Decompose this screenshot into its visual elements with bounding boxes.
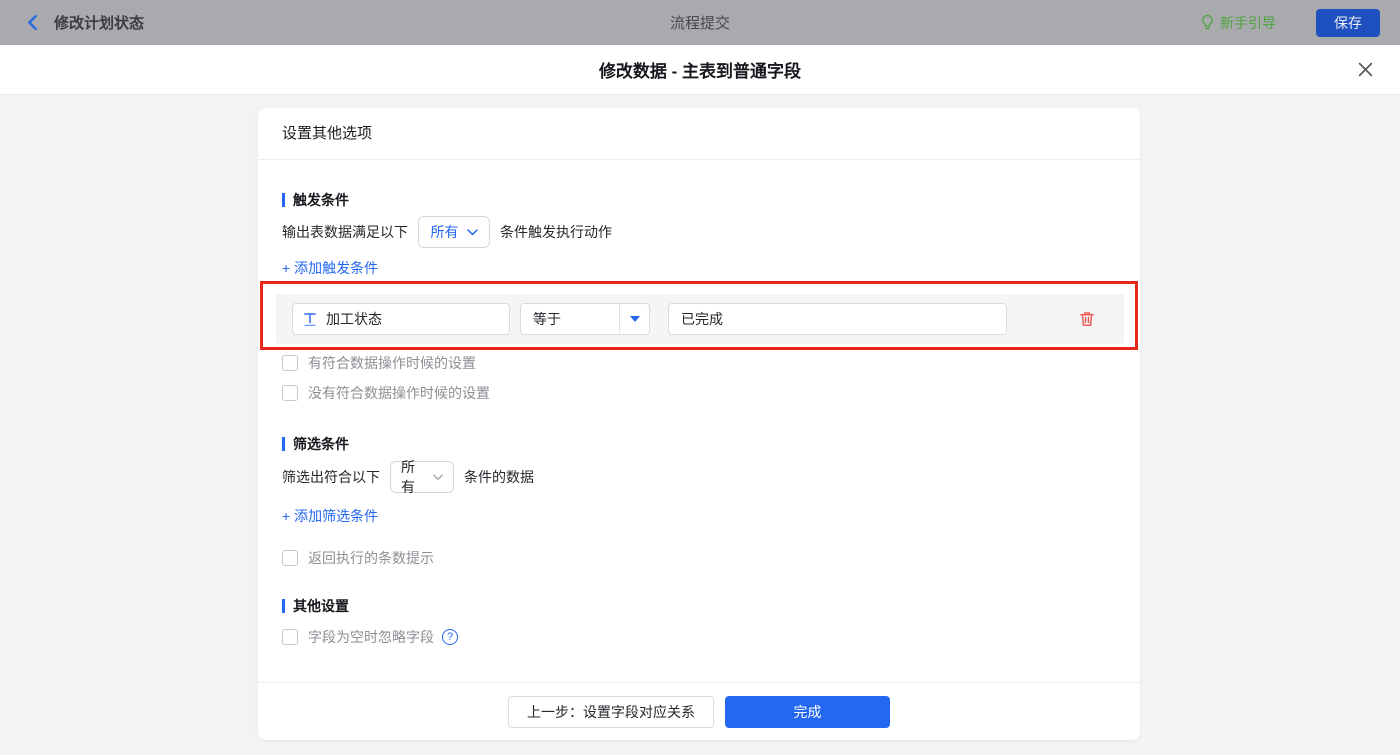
filter-condition-sentence: 筛选出符合以下 所有 条件的数据 [282, 459, 1116, 495]
chevron-down-icon [466, 228, 478, 235]
with-data-checkbox[interactable] [282, 355, 298, 371]
trigger-condition-row: 加工状态 等于 已完成 [276, 294, 1124, 344]
checkbox-row-with-data: 有符合数据操作时候的设置 [282, 355, 1116, 371]
checkbox-row-count-tip: 返回执行的条数提示 [282, 550, 1116, 566]
save-button[interactable]: 保存 [1316, 8, 1380, 37]
trash-icon [1080, 312, 1094, 327]
checkbox-row-without-data: 没有符合数据操作时候的设置 [282, 385, 1116, 401]
card-footer: 上一步：设置字段对应关系 完成 [258, 682, 1140, 740]
filter-section-title: 筛选条件 [282, 436, 1116, 452]
flow-submit-title: 流程提交 [669, 15, 730, 32]
topbar: 流程提交 修改计划状态 新手引导 保存 [0, 0, 1400, 45]
operator-caret-button[interactable] [619, 304, 649, 334]
modal-header: 修改数据 - 主表到普通字段 [0, 45, 1400, 95]
previous-step-button[interactable]: 上一步：设置字段对应关系 [508, 695, 714, 728]
condition-field-input[interactable]: 加工状态 [292, 303, 510, 335]
card-header: 设置其他选项 [258, 108, 1140, 160]
modal-title: 修改数据 - 主表到普通字段 [598, 62, 802, 81]
condition-operator-select[interactable]: 等于 [520, 303, 650, 335]
section-accent-bar [282, 599, 285, 613]
trigger-condition-sentence: 输出表数据满足以下 所有 条件触发执行动作 [282, 216, 1116, 248]
beginner-guide-label: 新手引导 [1220, 14, 1276, 31]
delete-condition-button[interactable] [1078, 310, 1096, 328]
checkbox-row-ignore-empty: 字段为空时忽略字段 ? [282, 629, 1116, 645]
chevron-down-icon [433, 474, 443, 480]
add-trigger-condition-link[interactable]: + 添加触发条件 [282, 260, 378, 276]
filter-sentence-suffix: 条件的数据 [464, 469, 534, 485]
trigger-sentence-prefix: 输出表数据满足以下 [282, 224, 408, 240]
count-tip-checkbox[interactable] [282, 550, 298, 566]
add-filter-condition-link[interactable]: + 添加筛选条件 [282, 508, 378, 524]
beginner-guide-link[interactable]: 新手引导 [1200, 13, 1276, 33]
help-icon[interactable]: ? [442, 629, 458, 645]
section-accent-bar [282, 193, 285, 207]
condition-value-input[interactable]: 已完成 [668, 303, 1007, 335]
caret-down-icon [629, 316, 640, 322]
ignore-empty-checkbox[interactable] [282, 629, 298, 645]
trigger-match-select[interactable]: 所有 [418, 216, 490, 248]
done-button[interactable]: 完成 [725, 695, 890, 728]
lightbulb-icon [1200, 14, 1215, 31]
filter-match-select[interactable]: 所有 [390, 459, 454, 495]
section-accent-bar [282, 437, 285, 451]
modal-body: 设置其他选项 触发条件 输出表数据满足以下 所有 条件触发执行动作 + 添加触发… [0, 95, 1400, 755]
options-card: 设置其他选项 触发条件 输出表数据满足以下 所有 条件触发执行动作 + 添加触发… [258, 108, 1140, 740]
close-icon[interactable] [1354, 59, 1376, 81]
trigger-section-title: 触发条件 [282, 192, 1116, 208]
filter-sentence-prefix: 筛选出符合以下 [282, 469, 380, 485]
trigger-sentence-suffix: 条件触发执行动作 [500, 224, 612, 240]
text-field-icon [304, 312, 316, 326]
without-data-checkbox[interactable] [282, 385, 298, 401]
back-icon[interactable] [24, 13, 41, 32]
page-title: 修改计划状态 [54, 15, 145, 32]
other-section-title: 其他设置 [282, 598, 1116, 614]
